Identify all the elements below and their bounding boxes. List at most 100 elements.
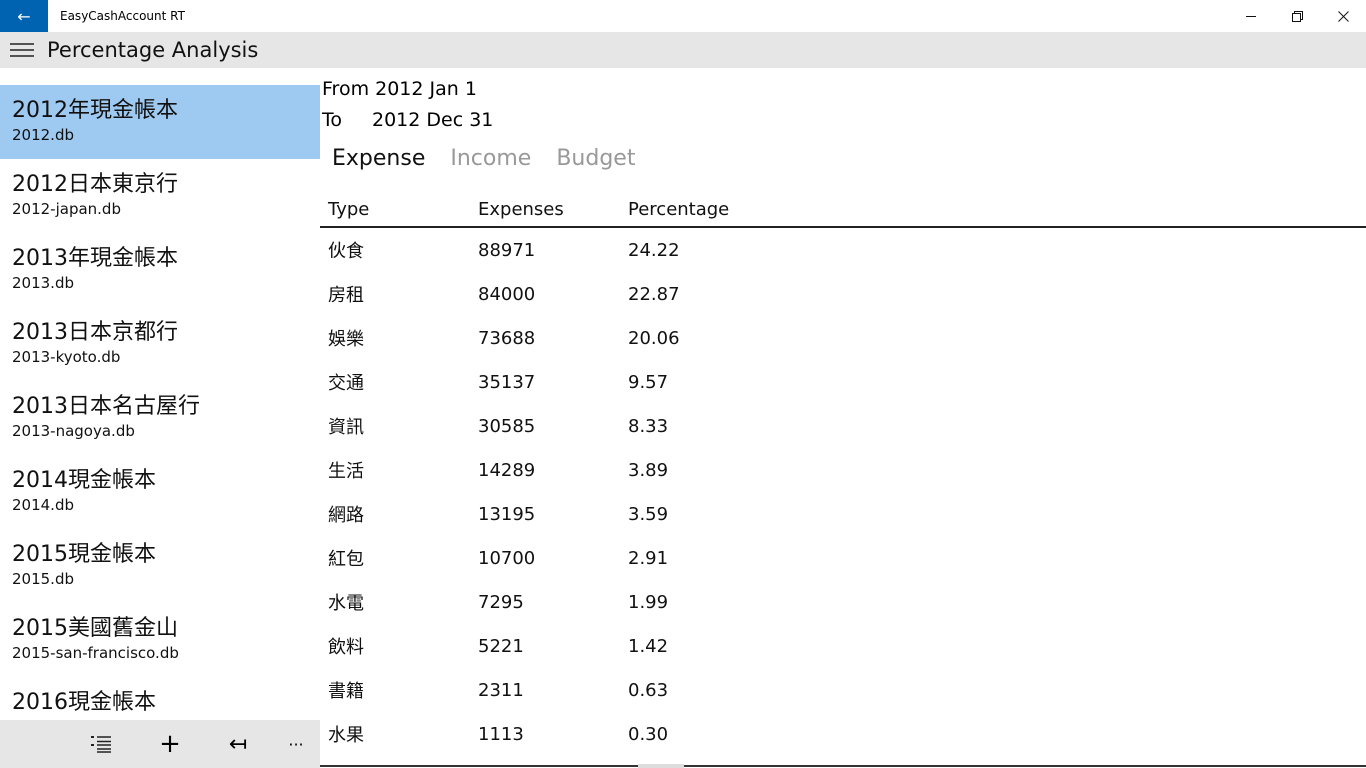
minimize-button[interactable] <box>1228 0 1274 32</box>
cell-percentage: 8.33 <box>628 415 669 437</box>
table-row[interactable]: 水果 1113 0.30 <box>320 712 1366 756</box>
tab-budget[interactable]: Budget <box>556 144 635 178</box>
cell-type: 書籍 <box>328 681 364 702</box>
import-button[interactable]: ↤ <box>216 720 260 768</box>
column-header-type[interactable]: Type <box>328 199 478 220</box>
app-title: EasyCashAccount RT <box>60 9 185 23</box>
account-book-name: 2015美國舊金山 <box>12 616 178 641</box>
page-title: Percentage Analysis <box>47 38 259 62</box>
account-book-item[interactable]: 2013年現金帳本 2013.db <box>0 233 320 307</box>
cell-expenses: 88971 <box>478 239 536 261</box>
minimize-icon <box>1245 15 1256 17</box>
account-book-item[interactable]: 2014現金帳本 2014.db <box>0 455 320 529</box>
cell-type: 娛樂 <box>328 329 364 350</box>
account-book-item[interactable]: 2013日本名古屋行 2013-nagoya.db <box>0 381 320 455</box>
account-book-sidebar: 2012年現金帳本 2012.db 2012日本東京行 2012-japan.d… <box>0 68 320 768</box>
page-header: Percentage Analysis <box>0 32 1366 68</box>
account-book-file: 2013.db <box>12 274 74 292</box>
cell-percentage: 9.57 <box>628 371 669 393</box>
table-row[interactable]: 資訊 30585 8.33 <box>320 404 1366 448</box>
cell-percentage: 22.87 <box>628 283 680 305</box>
cell-expenses: 7295 <box>478 591 524 613</box>
analysis-panel: From 2012 Jan 1 To 2012 Dec 31 Expense In… <box>320 68 1366 768</box>
add-button[interactable]: + <box>148 720 192 768</box>
back-button[interactable]: ← <box>0 0 48 32</box>
list-view-button[interactable] <box>79 720 123 768</box>
cell-expenses: 13195 <box>478 503 536 525</box>
bottom-divider <box>320 765 1366 767</box>
date-range-from[interactable]: From 2012 Jan 1 <box>322 76 477 102</box>
account-book-name: 2012日本東京行 <box>12 172 178 197</box>
account-book-item[interactable]: 2012年現金帳本 2012.db <box>0 85 320 159</box>
cell-percentage: 1.99 <box>628 591 669 613</box>
account-book-item[interactable]: 2016現金帳本 <box>0 677 320 720</box>
cell-type: 生活 <box>328 461 364 482</box>
cell-percentage: 20.06 <box>628 327 680 349</box>
maximize-button[interactable] <box>1274 0 1320 32</box>
table-row[interactable]: 生活 14289 3.89 <box>320 448 1366 492</box>
cell-percentage: 3.89 <box>628 459 669 481</box>
account-book-list[interactable]: 2012年現金帳本 2012.db 2012日本東京行 2012-japan.d… <box>0 85 320 720</box>
table-row[interactable]: 娛樂 73688 20.06 <box>320 316 1366 360</box>
account-book-name: 2016現金帳本 <box>12 690 156 715</box>
cell-expenses: 5221 <box>478 635 524 657</box>
cell-percentage: 3.59 <box>628 503 669 525</box>
more-button[interactable]: ··· <box>274 720 318 768</box>
percentage-table: Type Expenses Percentage 伙食 88971 24.22 … <box>320 192 1366 756</box>
cell-expenses: 2311 <box>478 679 524 701</box>
arrow-left-bar-icon: ↤ <box>228 731 248 757</box>
account-book-name: 2013年現金帳本 <box>12 246 178 271</box>
account-book-name: 2014現金帳本 <box>12 468 156 493</box>
list-icon <box>91 736 111 753</box>
cell-percentage: 24.22 <box>628 239 680 261</box>
cell-percentage: 1.42 <box>628 635 669 657</box>
hamburger-menu-button[interactable] <box>0 32 44 68</box>
tab-income[interactable]: Income <box>450 144 531 178</box>
cell-expenses: 73688 <box>478 327 536 349</box>
account-book-name: 2012年現金帳本 <box>12 98 178 123</box>
account-book-item[interactable]: 2013日本京都行 2013-kyoto.db <box>0 307 320 381</box>
table-header: Type Expenses Percentage <box>320 192 1366 228</box>
table-row[interactable]: 交通 35137 9.57 <box>320 360 1366 404</box>
table-row[interactable]: 水電 7295 1.99 <box>320 580 1366 624</box>
table-row[interactable]: 網路 13195 3.59 <box>320 492 1366 536</box>
account-book-name: 2013日本名古屋行 <box>12 394 200 419</box>
date-range-to-value: 2012 Dec 31 <box>372 109 494 131</box>
account-book-file: 2015.db <box>12 570 74 588</box>
restore-icon <box>1291 10 1303 22</box>
account-book-file: 2012-japan.db <box>12 200 121 218</box>
account-book-item[interactable]: 2012日本東京行 2012-japan.db <box>0 159 320 233</box>
cell-percentage: 0.63 <box>628 679 669 701</box>
cell-expenses: 30585 <box>478 415 536 437</box>
cell-type: 交通 <box>328 373 364 394</box>
cell-expenses: 10700 <box>478 547 536 569</box>
account-book-file: 2015-san-francisco.db <box>12 644 179 662</box>
date-range-to[interactable]: To 2012 Dec 31 <box>322 107 493 133</box>
cell-type: 資訊 <box>328 417 364 438</box>
account-book-name: 2015現金帳本 <box>12 542 156 567</box>
table-row[interactable]: 伙食 88971 24.22 <box>320 228 1366 272</box>
account-book-item[interactable]: 2015現金帳本 2015.db <box>0 529 320 603</box>
table-row[interactable]: 紅包 10700 2.91 <box>320 536 1366 580</box>
account-book-name: 2013日本京都行 <box>12 320 178 345</box>
more-icon: ··· <box>288 734 304 754</box>
tab-expense[interactable]: Expense <box>332 144 425 178</box>
account-book-file: 2013-nagoya.db <box>12 422 135 440</box>
column-header-expenses[interactable]: Expenses <box>478 199 628 220</box>
table-row[interactable]: 房租 84000 22.87 <box>320 272 1366 316</box>
close-button[interactable] <box>1320 0 1366 32</box>
column-header-percentage[interactable]: Percentage <box>628 199 778 220</box>
cell-type: 飲料 <box>328 637 364 658</box>
cell-type: 網路 <box>328 505 364 526</box>
cell-expenses: 14289 <box>478 459 536 481</box>
cell-type: 伙食 <box>328 241 364 262</box>
add-icon: + <box>159 729 181 759</box>
table-row[interactable]: 書籍 2311 0.63 <box>320 668 1366 712</box>
cell-expenses: 84000 <box>478 283 536 305</box>
table-row[interactable]: 飲料 5221 1.42 <box>320 624 1366 668</box>
account-book-file: 2013-kyoto.db <box>12 348 121 366</box>
account-book-file: 2012.db <box>12 126 74 144</box>
close-icon <box>1337 10 1349 22</box>
account-book-item[interactable]: 2015美國舊金山 2015-san-francisco.db <box>0 603 320 677</box>
cell-expenses: 1113 <box>478 723 524 745</box>
